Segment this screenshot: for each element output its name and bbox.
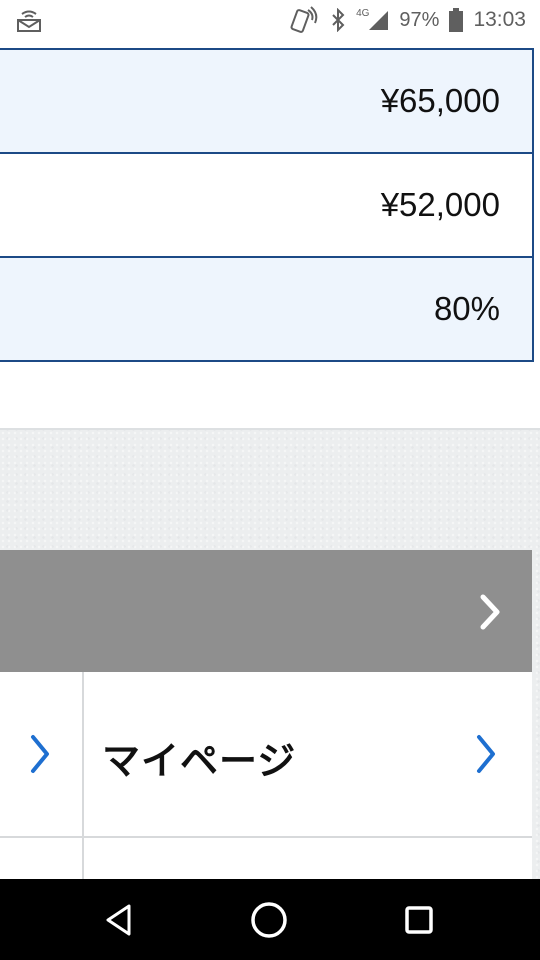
menu-item-partial[interactable]	[0, 838, 84, 882]
rate-value: 80%	[433, 290, 500, 327]
battery-icon	[449, 8, 464, 32]
home-icon[interactable]	[248, 899, 290, 941]
navigation-bar	[0, 879, 540, 960]
chevron-right-icon	[28, 734, 52, 779]
notification-icon	[16, 9, 42, 38]
price-value: ¥65,000	[380, 82, 500, 119]
chevron-right-icon	[474, 734, 498, 779]
menu-item-previous[interactable]	[0, 672, 84, 838]
bluetooth-icon	[330, 8, 346, 32]
battery-percent: 97%	[399, 8, 440, 31]
recents-icon[interactable]	[398, 899, 440, 941]
mypage-label: マイページ	[102, 739, 297, 783]
signal-icon: 4G	[356, 7, 389, 31]
status-bar: 4G 97% 13:03	[0, 0, 540, 40]
chevron-right-icon	[478, 594, 502, 635]
menu-item-partial[interactable]	[84, 838, 532, 882]
section-header-link[interactable]	[0, 550, 532, 672]
table-row: ¥65,000	[0, 48, 532, 152]
clock: 13:03	[473, 8, 526, 31]
nfc-icon	[290, 6, 320, 34]
menu-grid: マイページ	[0, 672, 532, 882]
price-value: ¥52,000	[380, 186, 500, 223]
table-row: ¥52,000	[0, 152, 532, 256]
table-row: 80%	[0, 256, 532, 360]
back-icon[interactable]	[98, 899, 140, 941]
menu-item-mypage[interactable]: マイページ	[84, 672, 532, 838]
network-type-label: 4G	[356, 7, 370, 19]
price-table: ¥65,000 ¥52,000 80%	[0, 48, 534, 362]
